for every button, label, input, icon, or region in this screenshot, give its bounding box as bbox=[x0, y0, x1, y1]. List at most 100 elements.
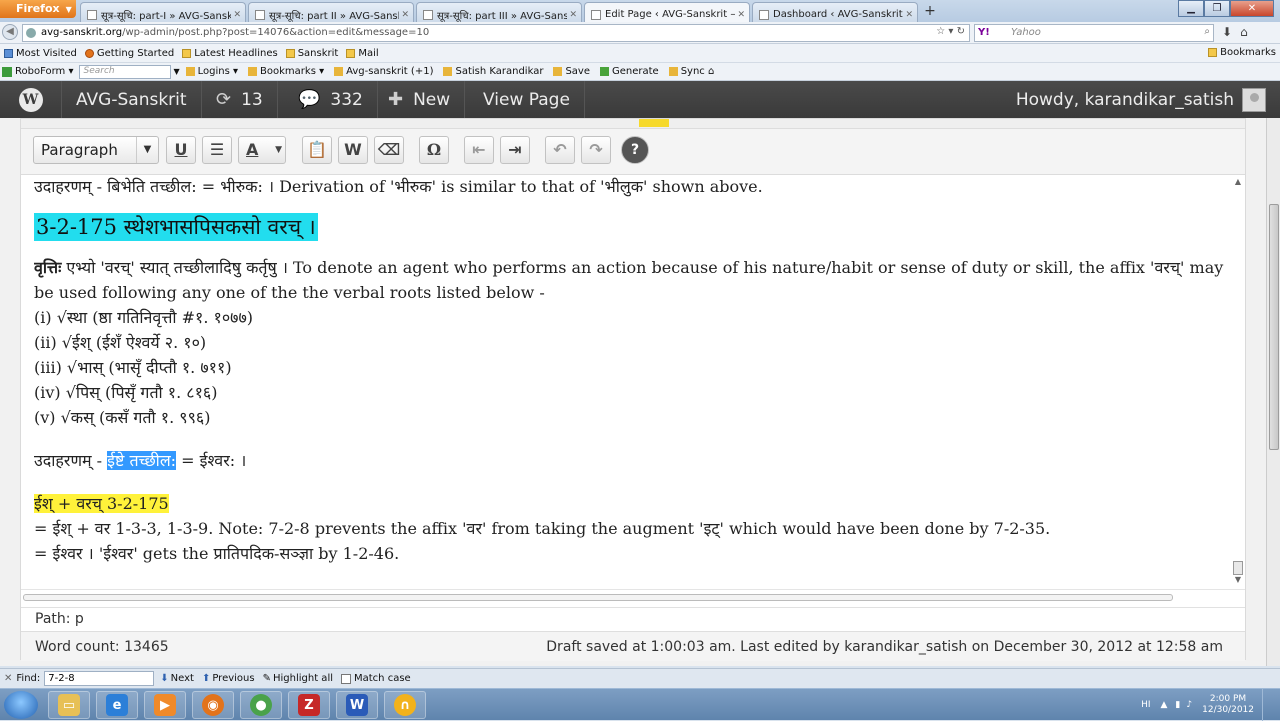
yahoo-icon[interactable]: Y! bbox=[978, 27, 990, 38]
roboform-search-input[interactable]: Search bbox=[79, 64, 172, 79]
chevron-down-icon[interactable]: ▼ bbox=[173, 67, 179, 76]
clock[interactable]: 2:00 PM 12/30/2012 bbox=[1202, 694, 1254, 716]
find-previous-button[interactable]: ⬆ Previous bbox=[202, 673, 255, 684]
outdent-icon[interactable]: ⇤ bbox=[464, 136, 494, 164]
minimize-button[interactable]: ▁ bbox=[1178, 0, 1204, 17]
roboform-button[interactable]: RoboForm ▾ bbox=[2, 66, 73, 77]
save-icon bbox=[553, 67, 563, 76]
user-account-menu[interactable]: Howdy, karandikar_satish bbox=[1016, 81, 1266, 118]
derivation-title-line: ईश् + वरच् 3-2-175 bbox=[34, 491, 1224, 516]
text-color-button[interactable]: A ▼ bbox=[238, 136, 286, 164]
search-input[interactable]: Y! Yahoo ⌕ bbox=[974, 24, 1214, 42]
editor-scrollbar[interactable]: ▲ ▼ bbox=[1231, 175, 1245, 589]
bookmark-mail[interactable]: Mail bbox=[346, 48, 379, 59]
paragraph-format-select[interactable]: Paragraph ▼ bbox=[33, 136, 159, 164]
satish-identity[interactable]: Satish Karandikar bbox=[443, 66, 543, 77]
undo-icon[interactable]: ↶ bbox=[545, 136, 575, 164]
rf-bookmarks-button[interactable]: Bookmarks ▾ bbox=[248, 66, 324, 77]
updates-menu[interactable]: ⟳ 13 bbox=[202, 81, 278, 118]
tab-dashboard[interactable]: Dashboard ‹ AVG-Sanskrit — ...✕ bbox=[752, 2, 918, 22]
bookmarks-menu[interactable]: Bookmarks bbox=[1208, 47, 1276, 58]
horizontal-scroll-thumb[interactable] bbox=[23, 594, 1173, 601]
taskbar-filezilla[interactable]: Z bbox=[288, 691, 330, 719]
close-icon[interactable]: ✕ bbox=[569, 10, 577, 20]
url-bar[interactable]: avg-sanskrit.org/wp-admin/post.php?post=… bbox=[22, 24, 970, 42]
back-button[interactable]: ◀ bbox=[2, 24, 18, 40]
rf-generate-button[interactable]: Generate bbox=[599, 66, 659, 77]
bookmark-sanskrit[interactable]: Sanskrit bbox=[285, 48, 338, 59]
redo-icon[interactable]: ↷ bbox=[581, 136, 611, 164]
taskbar-word[interactable]: W bbox=[336, 691, 378, 719]
chevron-down-icon[interactable]: ▼ bbox=[136, 137, 158, 163]
firefox-menu-button[interactable]: Firefox ▼ bbox=[0, 0, 76, 18]
taskbar-audio-app[interactable]: ∩ bbox=[384, 691, 426, 719]
close-icon[interactable]: ✕ bbox=[401, 10, 409, 20]
special-character-icon[interactable]: Ω bbox=[419, 136, 449, 164]
new-tab-button[interactable]: + bbox=[920, 2, 940, 20]
network-icon[interactable]: ▮ bbox=[1175, 700, 1180, 710]
scrollbar-thumb[interactable] bbox=[1269, 204, 1279, 450]
paste-text-icon[interactable]: 📋 bbox=[302, 136, 332, 164]
bookmark-latest-headlines[interactable]: Latest Headlines bbox=[182, 48, 278, 59]
sutra-heading: 3-2-175 स्थेशभासपिसकसो वरच् । bbox=[34, 213, 318, 241]
scroll-up-icon[interactable]: ▲ bbox=[1233, 177, 1243, 187]
page-scrollbar[interactable] bbox=[1266, 118, 1280, 666]
editor-scroll-thumb[interactable] bbox=[1233, 561, 1243, 575]
editor-content[interactable]: उदाहरणम् - बिभेति तच्छील: = भीरुक: । Der… bbox=[34, 175, 1224, 589]
search-icon[interactable]: ⌕ bbox=[1204, 26, 1210, 37]
rf-save-button[interactable]: Save bbox=[553, 66, 590, 77]
taskbar-chrome[interactable]: ● bbox=[240, 691, 282, 719]
tab-edit-page[interactable]: Edit Page ‹ AVG-Sanskrit — ...✕ bbox=[584, 2, 750, 22]
indent-icon[interactable]: ⇥ bbox=[500, 136, 530, 164]
highlight-color-button[interactable] bbox=[639, 119, 669, 127]
reload-icon[interactable]: ↻ bbox=[957, 26, 965, 37]
editor-horizontal-scrollbar[interactable] bbox=[21, 589, 1245, 603]
close-window-button[interactable]: ✕ bbox=[1230, 0, 1274, 17]
taskbar-media-player[interactable]: ▶ bbox=[144, 691, 186, 719]
rf-sync-button[interactable]: Sync ⌂ bbox=[668, 66, 714, 77]
underline-button[interactable]: U bbox=[166, 136, 196, 164]
scroll-down-icon[interactable]: ▼ bbox=[1233, 575, 1243, 585]
avg-label: Avg-sanskrit bbox=[346, 66, 408, 77]
bookmark-most-visited[interactable]: Most Visited bbox=[4, 48, 77, 59]
find-next-button[interactable]: ⬇ Next bbox=[160, 673, 194, 684]
close-icon[interactable]: ✕ bbox=[233, 10, 241, 20]
highlight-all-button[interactable]: ✎ Highlight all bbox=[263, 673, 333, 684]
new-content-menu[interactable]: ✚ New bbox=[374, 81, 466, 118]
taskbar-ie[interactable]: e bbox=[96, 691, 138, 719]
avg-sanskrit-login[interactable]: Avg-sanskrit (+1) bbox=[334, 66, 433, 77]
match-case-checkbox[interactable]: Match case bbox=[341, 673, 411, 684]
tab-sutra-part-1[interactable]: सूत्र-सूचि: part-I » AVG-Sanskrit ✕ bbox=[80, 2, 246, 22]
tab-sutra-part-3[interactable]: सूत्र-सूचि: part III » AVG-Sanskrit✕ bbox=[416, 2, 582, 22]
home-icon[interactable]: ⌂ bbox=[1240, 25, 1248, 39]
view-page-link[interactable]: View Page bbox=[469, 81, 585, 118]
tray-arrow-icon[interactable]: ▲ bbox=[1161, 700, 1168, 710]
tab-sutra-part-2[interactable]: सूत्र-सूचि: part II » AVG-Sanskrit✕ bbox=[248, 2, 414, 22]
start-button[interactable] bbox=[4, 691, 38, 719]
language-indicator[interactable]: HI bbox=[1141, 700, 1150, 710]
tab-label: सूत्र-सूचि: part II » AVG-Sanskrit bbox=[269, 10, 399, 22]
dropdown-icon[interactable]: ▾ bbox=[948, 26, 953, 37]
clear-formatting-icon[interactable]: ⌫ bbox=[374, 136, 404, 164]
download-icon[interactable]: ⬇ bbox=[1222, 25, 1232, 39]
find-input[interactable] bbox=[44, 671, 155, 686]
justify-icon[interactable]: ☰ bbox=[202, 136, 232, 164]
close-icon[interactable]: ✕ bbox=[4, 673, 12, 684]
help-icon[interactable]: ? bbox=[621, 136, 649, 164]
chevron-down-icon[interactable]: ▼ bbox=[275, 137, 282, 163]
comments-menu[interactable]: 💬 332 bbox=[284, 81, 378, 118]
site-name-menu[interactable]: AVG-Sanskrit bbox=[62, 81, 202, 118]
volume-icon[interactable]: ♪ bbox=[1186, 700, 1192, 710]
maximize-button[interactable]: ❐ bbox=[1204, 0, 1230, 17]
taskbar-explorer[interactable]: ▭ bbox=[48, 691, 90, 719]
wp-logo-menu[interactable]: W bbox=[0, 81, 62, 118]
paste-word-icon[interactable]: W bbox=[338, 136, 368, 164]
home-icon[interactable]: ⌂ bbox=[708, 66, 714, 77]
bookmark-getting-started[interactable]: Getting Started bbox=[84, 48, 174, 59]
close-icon[interactable]: ✕ bbox=[905, 10, 913, 20]
close-icon[interactable]: ✕ bbox=[737, 10, 745, 20]
show-desktop-button[interactable] bbox=[1262, 689, 1274, 721]
star-icon[interactable]: ☆ bbox=[936, 26, 945, 37]
logins-button[interactable]: Logins ▾ bbox=[185, 66, 238, 77]
taskbar-firefox[interactable]: ◉ bbox=[192, 691, 234, 719]
